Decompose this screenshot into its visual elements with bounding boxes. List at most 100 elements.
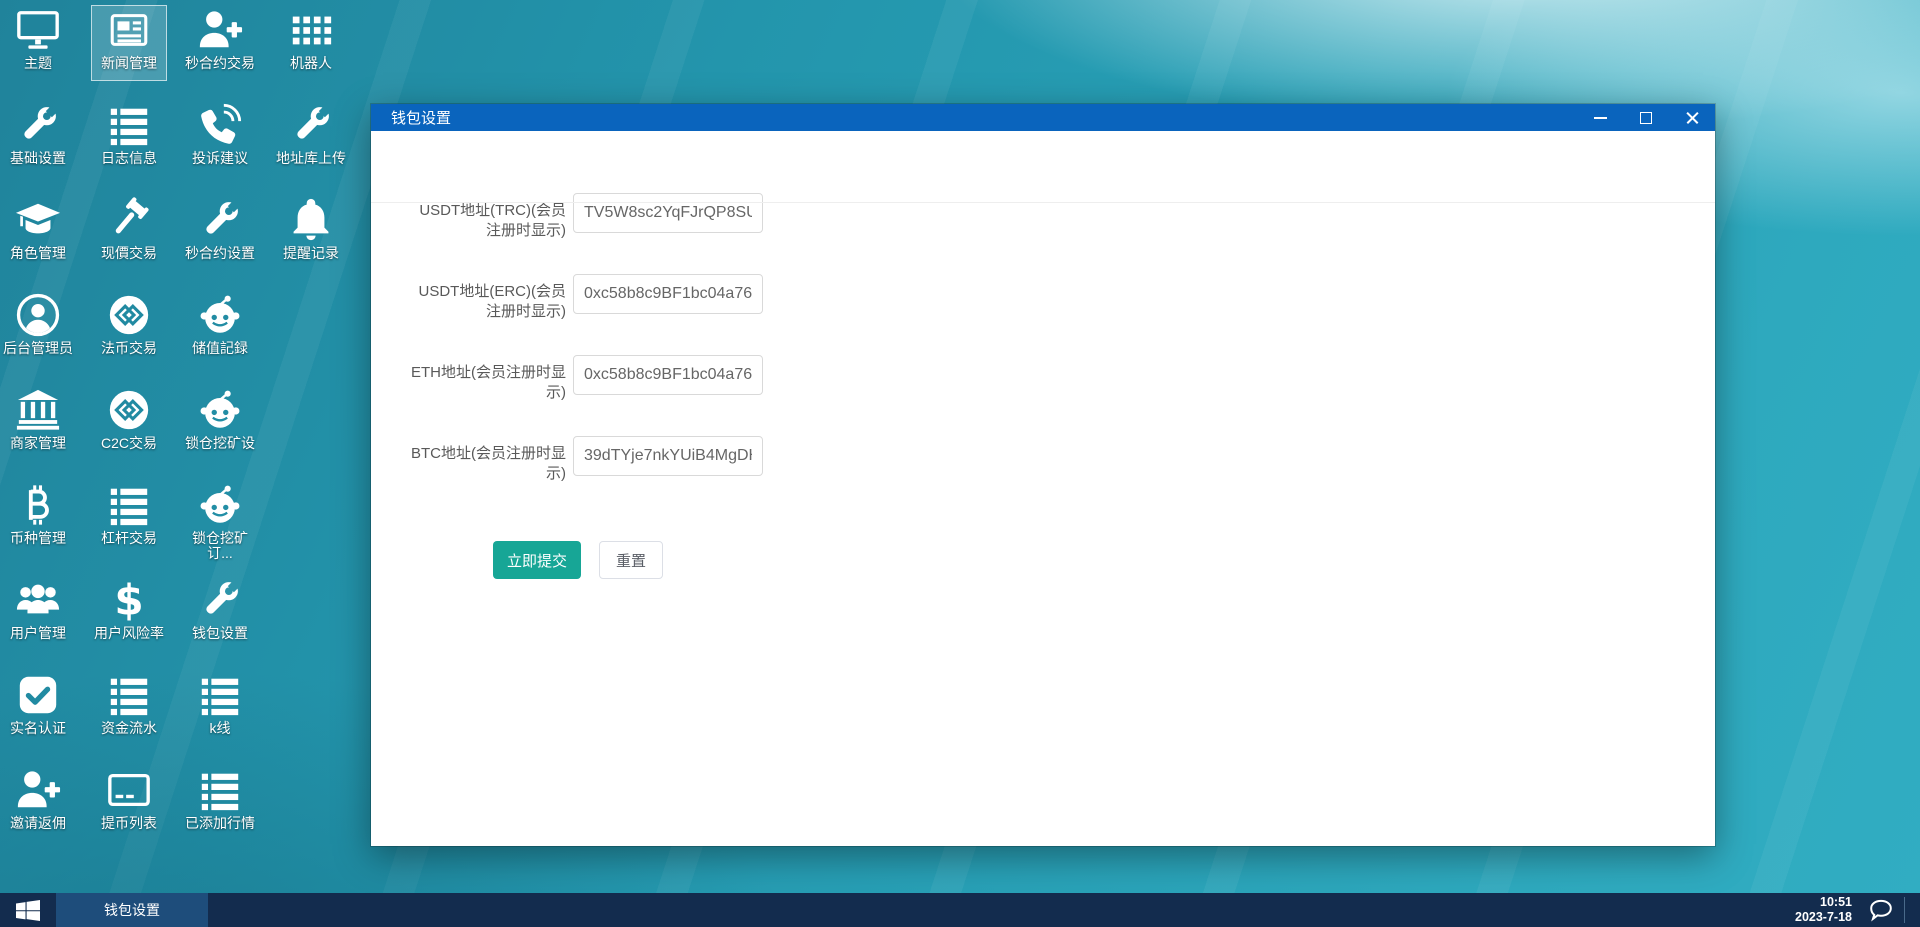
desktop-item[interactable]: 实名认证 (0, 670, 76, 746)
wallet-form: USDT地址(TRC)(会员注册时显示) USDT地址(ERC)(会员注册时显示)… (371, 131, 1715, 484)
empty-cell (273, 575, 349, 651)
gavel-icon (106, 197, 152, 243)
desktop-item[interactable]: 法币交易 (91, 290, 167, 366)
desktop-item-label: 用户管理 (10, 625, 66, 641)
desktop-item-label: 主题 (24, 55, 52, 71)
eth-address-input[interactable] (573, 355, 763, 395)
bitcoin-icon (15, 482, 61, 528)
desktop-item[interactable]: 币种管理 (0, 480, 76, 556)
taskbar-item-wallet-settings[interactable]: 钱包设置 (56, 893, 208, 927)
windows-logo-icon (16, 900, 40, 921)
desktop-item[interactable]: 商家管理 (0, 385, 76, 461)
desktop-item[interactable]: k线 (182, 670, 258, 746)
taskbar-item-label: 钱包设置 (104, 902, 160, 918)
desktop-item[interactable]: 用户风险率 (91, 575, 167, 651)
desktop-item-label: k线 (209, 720, 231, 736)
form-row: ETH地址(会员注册时显示) (411, 355, 1715, 403)
window-content: USDT地址(TRC)(会员注册时显示) USDT地址(ERC)(会员注册时显示)… (371, 131, 1715, 846)
desktop-item-label: 基础设置 (10, 150, 66, 166)
desktop-item-label: 商家管理 (10, 435, 66, 451)
desktop-item[interactable]: 现價交易 (91, 195, 167, 271)
form-row: BTC地址(会员注册时显示) (411, 436, 1715, 484)
wrench-icon (197, 197, 243, 243)
desktop-item[interactable]: 锁仓挖矿设 (182, 385, 258, 461)
desktop-item[interactable]: 已添加行情 (182, 765, 258, 841)
window-titlebar[interactable]: 钱包设置 (371, 104, 1715, 131)
reset-button[interactable]: 重置 (599, 541, 663, 579)
desktop-item-label: 秒合约交易 (185, 55, 255, 71)
wallet-settings-window: 钱包设置 USDT地址(TRC)(会员注册时显示) USDT地址(ERC)(会员注… (371, 104, 1715, 846)
dollar-icon (106, 577, 152, 623)
desktop-item[interactable]: 地址库上传 (273, 100, 349, 176)
desktop-item[interactable]: C2C交易 (91, 385, 167, 461)
desktop-item-label: C2C交易 (100, 435, 157, 451)
desktop-item-label: 提币列表 (101, 815, 157, 831)
desktop-item-label: 资金流水 (101, 720, 157, 736)
desktop-item[interactable]: 秒合约设置 (182, 195, 258, 271)
desktop-item-label: 日志信息 (101, 150, 157, 166)
empty-cell (273, 480, 349, 556)
desktop-item-label: 实名认证 (10, 720, 66, 736)
desktop-item-label: 杠杆交易 (101, 530, 157, 546)
close-icon (1685, 110, 1700, 125)
desktop-item[interactable]: 秒合约交易 (182, 5, 258, 81)
desktop-item[interactable]: 新闻管理 (91, 5, 167, 81)
desktop-item-label: 现價交易 (101, 245, 157, 261)
field-label: USDT地址(TRC)(会员注册时显示) (419, 202, 566, 239)
desktop-item[interactable]: 杠杆交易 (91, 480, 167, 556)
reddit-icon (197, 387, 243, 433)
close-button[interactable] (1669, 104, 1715, 131)
user-circle-icon (15, 292, 61, 338)
desktop-item[interactable]: 投诉建议 (182, 100, 258, 176)
desktop-item-label: 钱包设置 (192, 625, 248, 641)
bank-icon (15, 387, 61, 433)
reddit-icon (197, 292, 243, 338)
wrench-icon (197, 577, 243, 623)
desktop-item[interactable]: 储值記録 (182, 290, 258, 366)
maximize-button[interactable] (1623, 104, 1669, 131)
start-button[interactable] (0, 893, 56, 927)
list-icon (197, 672, 243, 718)
taskbar-spacer (208, 893, 1795, 927)
desktop-item[interactable]: 基础设置 (0, 100, 76, 176)
desktop-item[interactable]: 提醒记录 (273, 195, 349, 271)
desktop-item-label: 新闻管理 (101, 55, 157, 71)
submit-button[interactable]: 立即提交 (493, 541, 581, 579)
btc-address-input[interactable] (573, 436, 763, 476)
desktop-item[interactable]: 钱包设置 (182, 575, 258, 651)
usdt-erc-address-input[interactable] (573, 274, 763, 314)
desktop-item[interactable]: 邀请返佣 (0, 765, 76, 841)
wrench-icon (288, 102, 334, 148)
desktop-item-label: 锁仓挖矿设 (185, 435, 255, 451)
desktop-item-label: 用户风险率 (94, 625, 164, 641)
field-label: BTC地址(会员注册时显示) (411, 445, 566, 482)
minimize-button[interactable] (1577, 104, 1623, 131)
desktop-item-label: 提醒记录 (283, 245, 339, 261)
content-divider (371, 202, 1715, 203)
desktop-item[interactable]: 主题 (0, 5, 76, 81)
taskbar-clock[interactable]: 10:51 2023-7-18 (1795, 893, 1858, 927)
usdt-trc-address-input[interactable] (573, 193, 763, 233)
minimize-icon (1593, 116, 1607, 119)
desktop-item[interactable]: 资金流水 (91, 670, 167, 746)
desktop-item[interactable]: 日志信息 (91, 100, 167, 176)
desktop-item[interactable]: 用户管理 (0, 575, 76, 651)
desktop-item[interactable]: 提币列表 (91, 765, 167, 841)
empty-cell (273, 290, 349, 366)
desktop-item-label: 法币交易 (101, 340, 157, 356)
desktop-item[interactable]: 后台管理员 (0, 290, 76, 366)
desktop-item[interactable]: 锁仓挖矿订... (182, 480, 258, 561)
empty-cell (273, 765, 349, 841)
desktop: { "desktop": { "icons": [ {"label":"主题",… (0, 0, 1920, 927)
show-desktop-button[interactable] (1905, 893, 1920, 927)
maximize-icon (1640, 111, 1652, 124)
action-center-button[interactable] (1858, 893, 1904, 927)
users-icon (15, 577, 61, 623)
desktop-item-label: 锁仓挖矿订... (192, 530, 248, 561)
robot-icon (288, 7, 334, 53)
empty-cell (273, 385, 349, 461)
graduation-cap-icon (15, 197, 61, 243)
desktop-item[interactable]: 角色管理 (0, 195, 76, 271)
list-icon (106, 102, 152, 148)
desktop-item[interactable]: 机器人 (273, 5, 349, 81)
